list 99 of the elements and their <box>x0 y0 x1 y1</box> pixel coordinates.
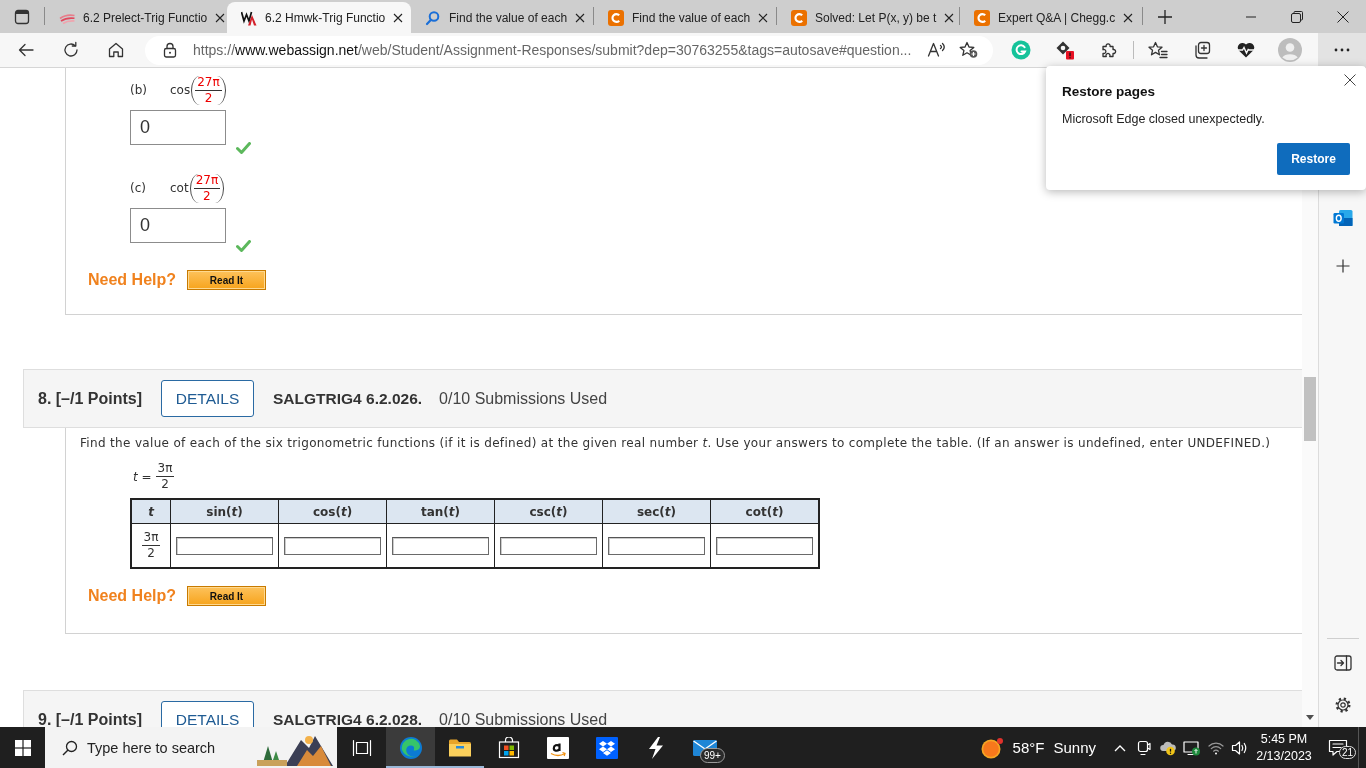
answer-field[interactable] <box>608 536 705 555</box>
chevron-up-icon[interactable] <box>1114 743 1126 752</box>
close-icon[interactable] <box>758 12 769 23</box>
restore-button[interactable]: Restore <box>1277 143 1350 175</box>
browser-tab[interactable]: Find the value of each <box>594 2 776 33</box>
lock-icon[interactable] <box>163 42 177 58</box>
details-button[interactable]: DETAILS <box>161 701 255 727</box>
close-icon[interactable] <box>215 12 226 23</box>
refresh-icon[interactable] <box>62 41 80 59</box>
heart-pulse-icon[interactable] <box>1236 41 1256 59</box>
column-header: sec(t) <box>602 499 711 524</box>
folder-icon[interactable] <box>447 737 472 758</box>
store-icon[interactable] <box>497 736 520 759</box>
column-header: csc(t) <box>494 499 603 524</box>
puzzle-icon[interactable] <box>1100 41 1118 59</box>
close-icon[interactable] <box>1344 74 1356 86</box>
taskbar-button[interactable]: 99+ <box>680 727 729 768</box>
help-label: Need Help? <box>88 587 176 605</box>
question-code: SALGTRIG4 6.2.028. <box>273 710 423 727</box>
smile-tile-icon[interactable] <box>546 736 569 759</box>
more-icon[interactable] <box>1334 48 1350 52</box>
submissions-used: 0/10 Submissions Used <box>439 710 608 727</box>
close-icon[interactable] <box>575 12 586 23</box>
close-icon[interactable] <box>1123 12 1134 23</box>
column-header: tan(t) <box>386 499 495 524</box>
clock-date[interactable]: 2/13/2023 <box>1256 747 1312 765</box>
close-icon[interactable] <box>944 12 955 23</box>
question-points: 9. [–/1 Points] <box>38 710 143 727</box>
restore-icon[interactable] <box>1291 10 1303 23</box>
search-icon <box>425 9 441 26</box>
answer-field[interactable] <box>392 536 489 555</box>
collections-icon[interactable] <box>1192 40 1212 60</box>
read-it-button[interactable]: Read It <box>187 586 266 606</box>
answer-field[interactable]: 0 <box>130 110 226 145</box>
column-header: sin(t) <box>170 499 279 524</box>
answer-field[interactable] <box>500 536 597 555</box>
panel-exit-icon[interactable] <box>1333 655 1352 671</box>
site-logo-icon <box>608 9 624 26</box>
clock-time[interactable]: 5:45 PM <box>1260 730 1308 748</box>
home-icon[interactable] <box>107 41 125 59</box>
browser-tab[interactable]: Expert Q&A | Chegg.c <box>960 2 1142 33</box>
fraction: 3π 2 <box>141 531 161 560</box>
browser-icon[interactable] <box>398 735 423 760</box>
camera-icon[interactable] <box>1137 739 1151 756</box>
submissions-used: 0/10 Submissions Used <box>439 389 608 408</box>
column-header: t <box>131 499 171 524</box>
answer-field[interactable] <box>176 536 273 555</box>
task-view-icon[interactable] <box>351 738 372 757</box>
weather-condition[interactable]: Sunny <box>1053 739 1096 756</box>
monitor-icon[interactable] <box>1183 739 1201 756</box>
popup-message: Microsoft Edge closed unexpectedly. <box>1062 112 1266 126</box>
tab-actions-icon[interactable] <box>14 8 30 25</box>
address-bar[interactable]: https://www.webassign.net/web/Student/Assignment-Responses/submit?dep=30763255&tags=autosave#question... <box>145 35 993 65</box>
site-logo-icon <box>241 9 257 26</box>
close-icon[interactable] <box>393 12 404 23</box>
speaker-icon[interactable] <box>1231 739 1249 756</box>
settings-icon[interactable] <box>1333 696 1352 714</box>
answer-field[interactable]: 0 <box>130 208 226 243</box>
search-bar[interactable]: Type here to search <box>45 727 337 768</box>
cloud-warning-icon[interactable] <box>1159 739 1177 756</box>
notification-count: 21 <box>1339 746 1357 759</box>
wifi-icon[interactable] <box>1208 740 1224 755</box>
browser-tab[interactable]: Solved: Let P(x, y) be t <box>777 2 959 33</box>
answer-field[interactable] <box>284 536 381 555</box>
details-button[interactable]: DETAILS <box>161 380 255 417</box>
start-icon[interactable] <box>14 739 31 756</box>
add-icon[interactable] <box>1335 259 1350 273</box>
back-icon[interactable] <box>17 41 35 59</box>
scroll-down-icon[interactable] <box>1306 715 1314 720</box>
question-text: Find the value of each of the six trigonometric functions (if it is defined) at the given real number t. Use your answers to complete the table. (If an answer is undefined, enter UNDEFINED.) <box>79 435 1272 451</box>
scrollbar-thumb[interactable] <box>1304 377 1316 441</box>
help-label: Need Help? <box>88 271 176 289</box>
column-header: cot(t) <box>710 499 819 524</box>
open-box-icon[interactable] <box>595 736 618 759</box>
mail-app-icon[interactable] <box>1332 209 1353 227</box>
part-label: (b) <box>130 83 148 97</box>
search-field[interactable]: Type here to search <box>87 739 227 756</box>
question-code: SALGTRIG4 6.2.026. <box>273 389 423 408</box>
column-header: cos(t) <box>278 499 387 524</box>
browser-tab[interactable]: 6.2 Hmwk-Trig Functio <box>227 2 411 33</box>
sun-icon[interactable] <box>980 736 1005 759</box>
browser-tab[interactable]: Find the value of each <box>411 2 593 33</box>
add-favorite-icon[interactable] <box>959 41 979 59</box>
close-icon[interactable] <box>1337 10 1349 23</box>
site-logo-icon <box>974 9 990 26</box>
favorites-icon[interactable] <box>1148 41 1168 59</box>
tag-icon[interactable] <box>1055 40 1075 60</box>
search-icon <box>62 739 78 756</box>
unread-count: 99+ <box>700 748 725 763</box>
answer-field[interactable] <box>716 536 813 555</box>
question-points: 8. [–/1 Points] <box>38 389 143 408</box>
site-logo-icon <box>791 9 807 26</box>
read-it-button[interactable]: Read It <box>187 270 266 290</box>
browser-tab[interactable]: 6.2 Prelect-Trig Functio <box>45 2 227 33</box>
popup-title: Restore pages <box>1062 84 1156 99</box>
part-label: (c) <box>130 181 147 195</box>
temperature[interactable]: 58°F <box>1012 739 1045 756</box>
new-tab-icon[interactable] <box>1157 8 1173 25</box>
read-aloud-icon[interactable] <box>927 41 947 59</box>
